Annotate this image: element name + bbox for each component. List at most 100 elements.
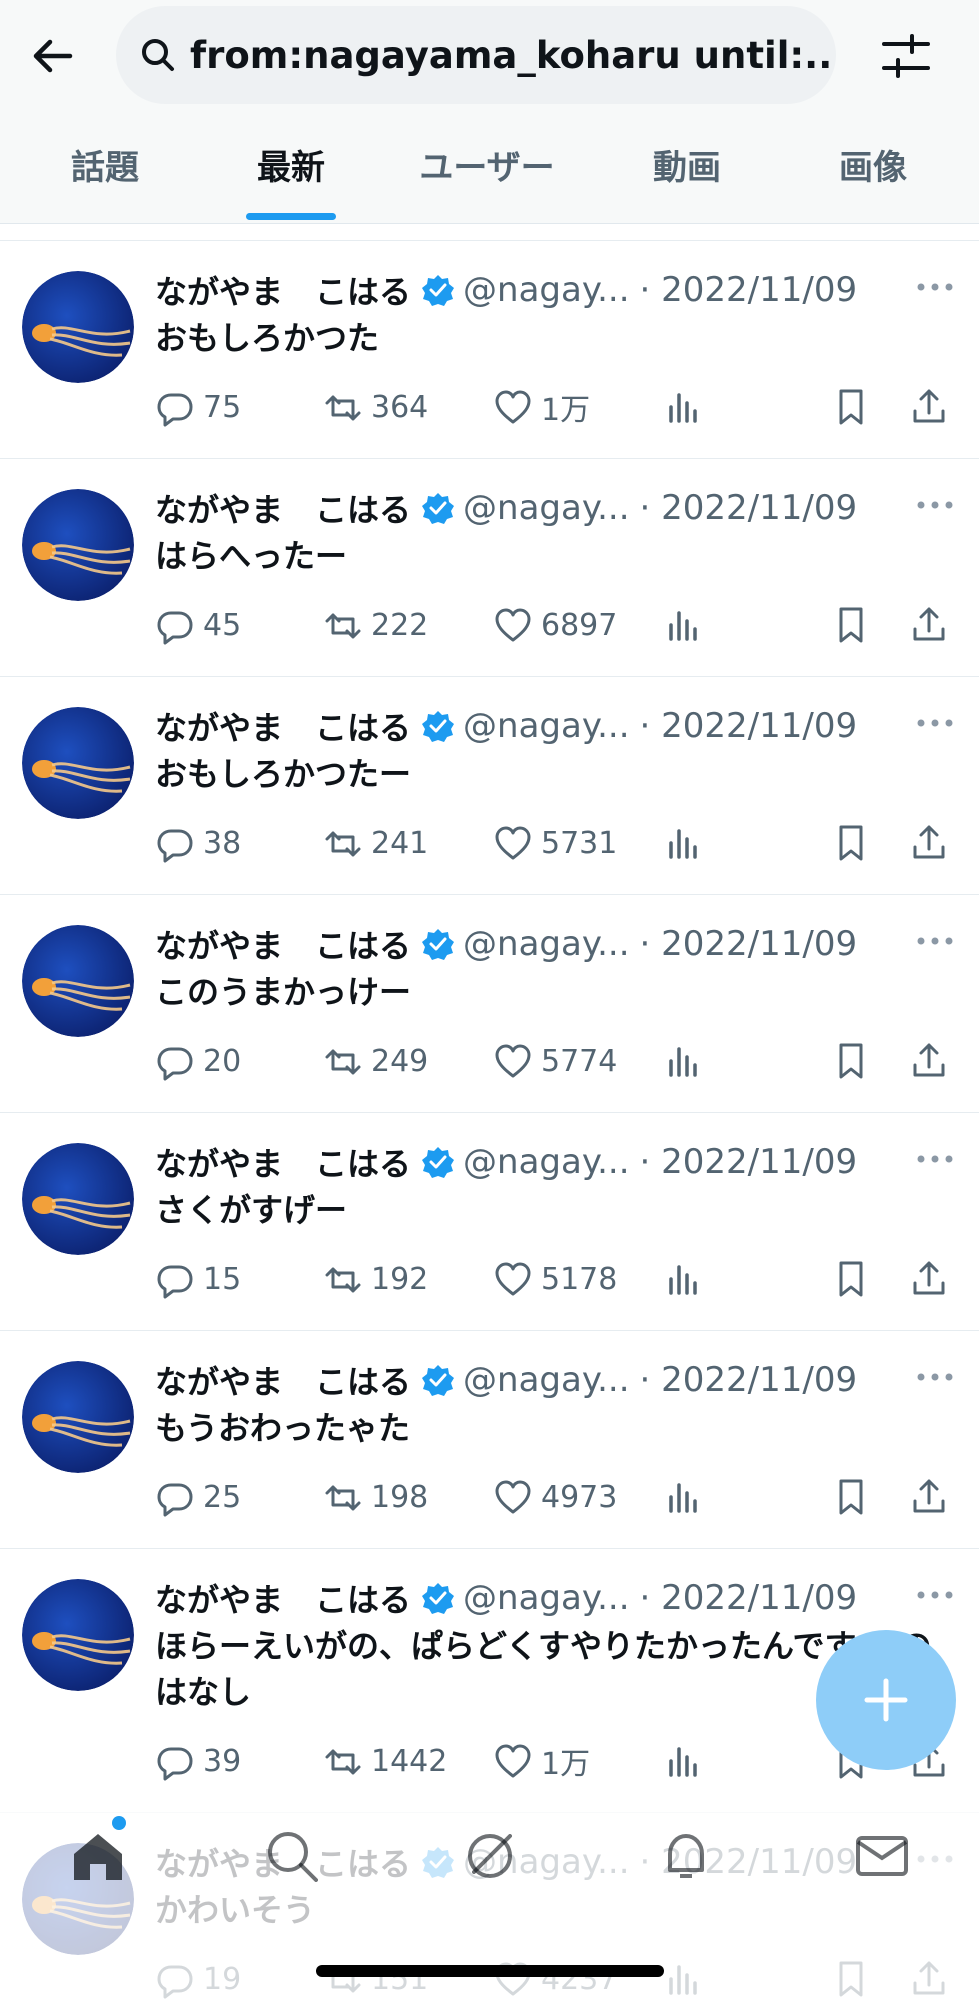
like-button[interactable]: 4973 [493, 1475, 617, 1519]
more-icon[interactable] [915, 275, 955, 299]
tab-top[interactable]: 話題 [60, 138, 150, 198]
more-icon[interactable] [915, 493, 955, 517]
tweet-row[interactable]: ながやま こはる @nagay... · 2022/11/09 さくがすげー 1… [0, 1112, 979, 1330]
tab-images[interactable]: 画像 [828, 138, 918, 198]
compose-button[interactable] [816, 1630, 956, 1770]
retweet-button[interactable]: 1442 [323, 1739, 447, 1783]
views-button[interactable] [663, 821, 703, 865]
like-button[interactable]: 5731 [493, 821, 617, 865]
home-icon[interactable] [68, 1826, 128, 1886]
reply-button[interactable]: 38 [155, 821, 241, 865]
back-arrow-icon[interactable] [26, 30, 78, 82]
avatar[interactable] [22, 1143, 134, 1255]
share-button[interactable] [909, 385, 949, 429]
display-name[interactable]: ながやま こはる [155, 485, 411, 531]
user-handle[interactable]: @nagay... [463, 270, 630, 310]
bookmark-button[interactable] [831, 821, 871, 865]
grok-icon[interactable] [460, 1826, 520, 1886]
avatar[interactable] [22, 925, 134, 1037]
views-button[interactable] [663, 1039, 703, 1083]
retweet-button[interactable]: 198 [323, 1475, 428, 1519]
tab-latest[interactable]: 最新 [246, 138, 336, 198]
tweet-date[interactable]: · 2022/11/09 [640, 1578, 858, 1618]
reply-button[interactable]: 25 [155, 1475, 241, 1519]
tweet-row[interactable]: ながやま こはる @nagay... · 2022/11/09 はらへったー 4… [0, 458, 979, 676]
tweet-row[interactable]: ながやま こはる @nagay... · 2022/11/09 おもしろかつた … [0, 240, 979, 458]
retweet-icon [325, 613, 361, 639]
share-button[interactable] [909, 1475, 949, 1519]
explore-icon[interactable] [262, 1826, 322, 1886]
display-name[interactable]: ながやま こはる [155, 267, 411, 313]
tweet-date[interactable]: · 2022/11/09 [640, 924, 858, 964]
more-icon[interactable] [915, 929, 955, 953]
retweet-button[interactable]: 249 [323, 1039, 428, 1083]
user-handle[interactable]: @nagay... [463, 706, 630, 746]
more-icon[interactable] [915, 1147, 955, 1171]
like-button[interactable]: 1万 [493, 1739, 590, 1783]
avatar[interactable] [22, 489, 134, 601]
views-button[interactable] [663, 1475, 703, 1519]
reply-button[interactable]: 45 [155, 603, 241, 647]
search-query[interactable]: from:nagayama_koharu until:... [190, 34, 830, 77]
share-button[interactable] [909, 821, 949, 865]
more-icon[interactable] [915, 711, 955, 735]
reply-button[interactable]: 15 [155, 1257, 241, 1301]
tweet-row[interactable]: ながやま こはる @nagay... · 2022/11/09 おもしろかつたー… [0, 676, 979, 894]
user-handle[interactable]: @nagay... [463, 924, 630, 964]
display-name[interactable]: ながやま こはる [155, 703, 411, 749]
user-handle[interactable]: @nagay... [463, 1360, 630, 1400]
reply-button[interactable]: 75 [155, 385, 241, 429]
filter-icon[interactable] [878, 28, 934, 84]
retweet-button[interactable]: 192 [323, 1257, 428, 1301]
tweet-row[interactable]: ながやま こはる @nagay... · 2022/11/09 もうおわったゃた… [0, 1330, 979, 1548]
bookmark-button[interactable] [831, 1039, 871, 1083]
bookmark-button[interactable] [831, 385, 871, 429]
tweet-date[interactable]: · 2022/11/09 [640, 488, 858, 528]
retweet-button[interactable]: 364 [323, 385, 428, 429]
avatar[interactable] [22, 1579, 134, 1691]
display-name[interactable]: ながやま こはる [155, 921, 411, 967]
user-handle[interactable]: @nagay... [463, 1142, 630, 1182]
views-icon [669, 1483, 697, 1513]
views-button[interactable] [663, 1739, 703, 1783]
views-button[interactable] [663, 1257, 703, 1301]
like-button[interactable]: 5774 [493, 1039, 617, 1083]
reply-button[interactable]: 39 [155, 1739, 241, 1783]
notifications-icon[interactable] [656, 1826, 716, 1886]
tweet-date[interactable]: · 2022/11/09 [640, 1360, 858, 1400]
reply-button[interactable]: 20 [155, 1039, 241, 1083]
tweet-date[interactable]: · 2022/11/09 [640, 706, 858, 746]
share-button[interactable] [909, 1257, 949, 1301]
avatar[interactable] [22, 1361, 134, 1473]
display-name[interactable]: ながやま こはる [155, 1139, 411, 1185]
more-icon[interactable] [915, 1583, 955, 1607]
share-button[interactable] [909, 1039, 949, 1083]
like-button[interactable]: 1万 [493, 385, 590, 429]
views-button[interactable] [663, 385, 703, 429]
tweet-header: ながやま こはる @nagay... · 2022/11/09 [155, 1137, 857, 1187]
bookmark-button[interactable] [831, 603, 871, 647]
views-button[interactable] [663, 603, 703, 647]
like-button[interactable]: 6897 [493, 603, 617, 647]
bookmark-button[interactable] [831, 1257, 871, 1301]
user-handle[interactable]: @nagay... [463, 488, 630, 528]
search-input[interactable]: from:nagayama_koharu until:... [116, 6, 836, 104]
avatar[interactable] [22, 271, 134, 383]
tab-people[interactable]: ユーザー [412, 138, 562, 198]
tweet-date[interactable]: · 2022/11/09 [640, 270, 858, 310]
retweet-button[interactable]: 222 [323, 603, 428, 647]
like-button[interactable]: 5178 [493, 1257, 617, 1301]
display-name[interactable]: ながやま こはる [155, 1357, 411, 1403]
more-icon[interactable] [915, 1365, 955, 1389]
tab-videos[interactable]: 動画 [642, 138, 732, 198]
share-icon [913, 1479, 945, 1513]
display-name[interactable]: ながやま こはる [155, 1575, 411, 1621]
tweet-row[interactable]: ながやま こはる @nagay... · 2022/11/09 このうまかっけー… [0, 894, 979, 1112]
avatar[interactable] [22, 707, 134, 819]
share-button[interactable] [909, 603, 949, 647]
bookmark-button[interactable] [831, 1475, 871, 1519]
messages-icon[interactable] [852, 1826, 912, 1886]
user-handle[interactable]: @nagay... [463, 1578, 630, 1618]
tweet-date[interactable]: · 2022/11/09 [640, 1142, 858, 1182]
retweet-button[interactable]: 241 [323, 821, 428, 865]
